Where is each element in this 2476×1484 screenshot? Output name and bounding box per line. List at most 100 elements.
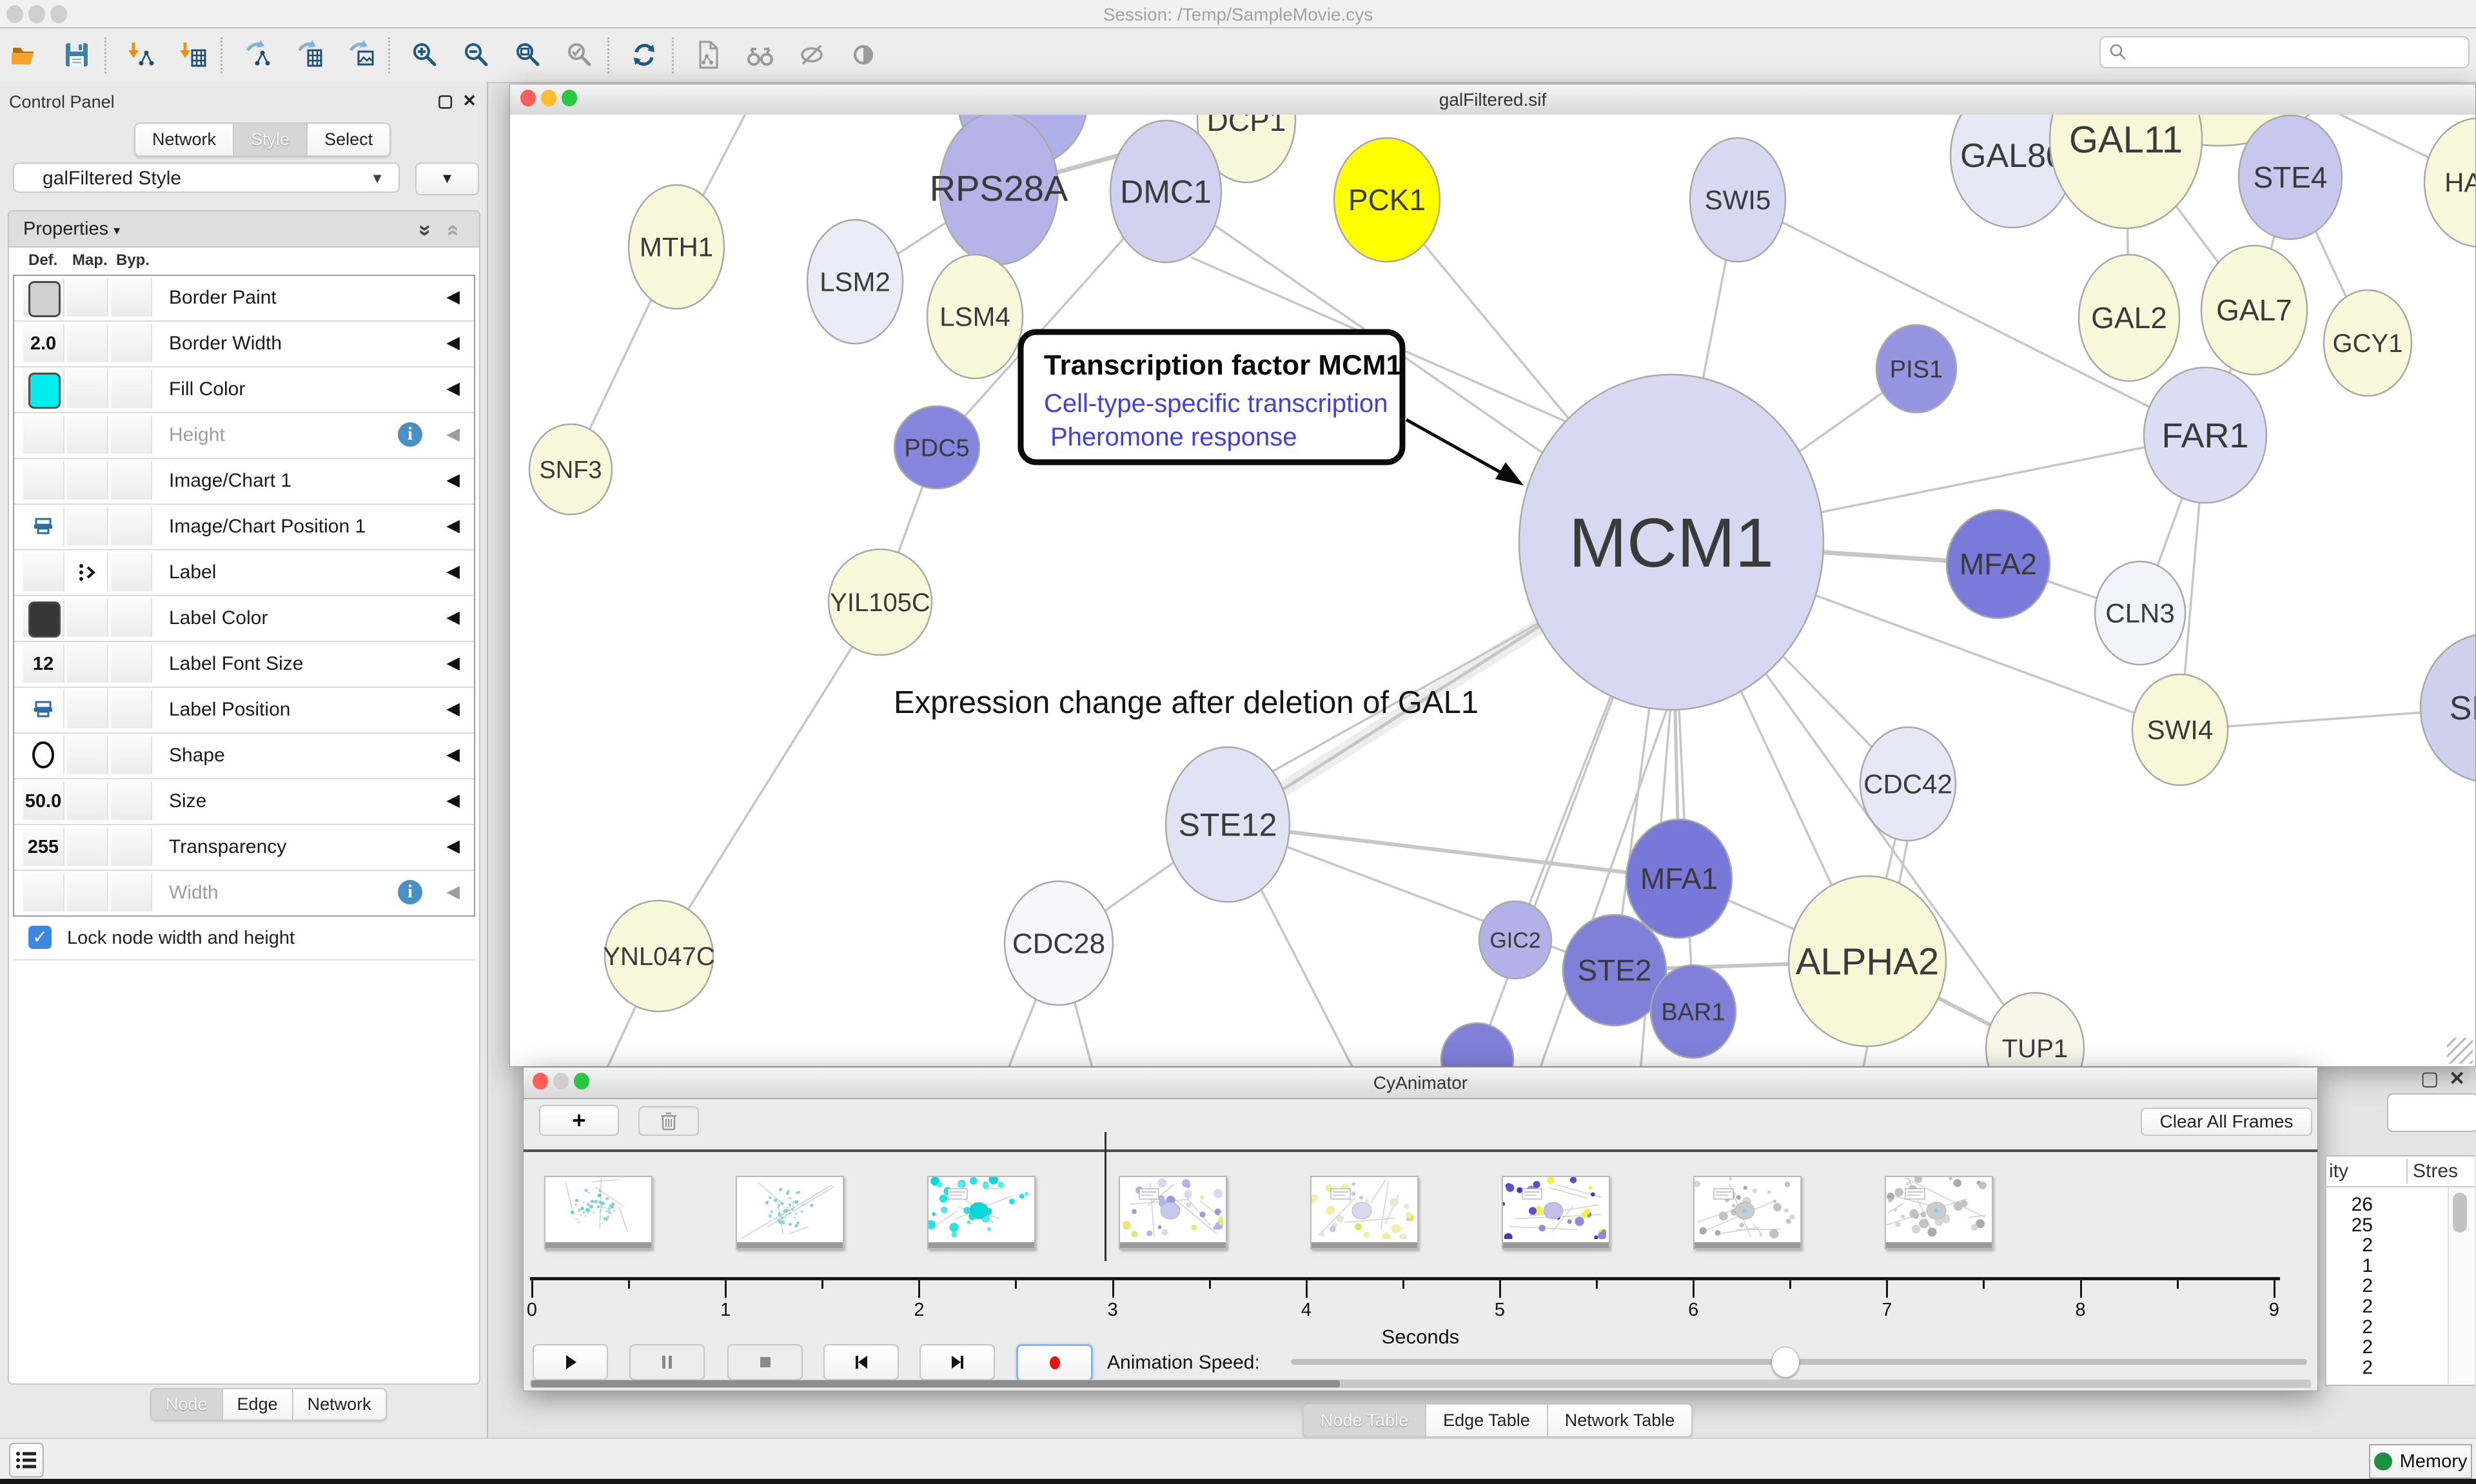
default-value-cell[interactable] — [23, 416, 64, 454]
network-node-gic2[interactable]: GIC2 — [1479, 901, 1551, 979]
tab-edge[interactable]: Edge — [223, 1389, 293, 1420]
expand-row-icon[interactable]: ◀ — [446, 561, 460, 581]
bypass-cell[interactable] — [111, 599, 152, 637]
default-value-cell[interactable] — [23, 553, 64, 591]
network-node-dmc1[interactable]: DMC1 — [1110, 121, 1221, 262]
table-cell[interactable]: 2 — [2325, 1296, 2373, 1318]
default-value-cell[interactable] — [23, 507, 64, 545]
frame-thumbnail-3[interactable] — [927, 1176, 1036, 1249]
default-value-cell[interactable]: 2.0 — [23, 324, 64, 362]
zoom-fit-icon[interactable] — [512, 39, 544, 71]
expand-row-icon[interactable]: ◀ — [446, 607, 460, 627]
default-value-cell[interactable]: 255 — [23, 828, 64, 866]
expand-row-icon[interactable]: ◀ — [446, 516, 460, 536]
export-network-icon[interactable] — [241, 39, 273, 71]
default-value-cell[interactable]: 12 — [23, 645, 64, 683]
network-node-cdc42[interactable]: CDC42 — [1860, 727, 1956, 841]
network-node-cln3[interactable]: CLN3 — [2095, 561, 2185, 665]
network-node-far1[interactable]: FAR1 — [2144, 367, 2266, 503]
tab-network[interactable]: Network — [135, 124, 234, 155]
mapping-cell[interactable] — [67, 599, 108, 637]
network-node-mcm1[interactable]: MCM1 — [1519, 375, 1823, 710]
bypass-cell[interactable] — [111, 874, 152, 912]
memory-button[interactable]: Memory — [2369, 1444, 2472, 1479]
property-row-label[interactable]: Label◀ — [14, 551, 474, 596]
open-session-icon[interactable] — [9, 39, 41, 71]
export-image-icon[interactable] — [344, 39, 377, 71]
expand-row-icon[interactable]: ◀ — [446, 653, 460, 673]
mapping-cell[interactable] — [67, 645, 108, 683]
mapping-cell[interactable] — [67, 736, 108, 774]
default-value-cell[interactable] — [23, 278, 64, 317]
add-frame-button[interactable]: + — [539, 1105, 619, 1136]
property-row-image-chart-1[interactable]: Image/Chart 1◀ — [14, 459, 474, 505]
mapping-cell[interactable] — [67, 324, 108, 362]
bypass-cell[interactable] — [111, 782, 152, 820]
float-table-panel-icon[interactable]: ▢ — [2421, 1068, 2439, 1090]
expand-row-icon[interactable]: ◀ — [446, 333, 460, 353]
frame-thumbnail-5[interactable] — [1310, 1176, 1419, 1249]
frame-thumbnail-4[interactable] — [1119, 1176, 1227, 1249]
default-value-cell[interactable] — [23, 370, 64, 408]
style-options-button[interactable]: ▼ — [415, 162, 479, 195]
expand-row-icon[interactable]: ◀ — [446, 424, 460, 444]
resize-grip[interactable] — [2447, 1038, 2473, 1064]
network-node-swi5[interactable]: SWI5 — [1690, 138, 1785, 262]
zoom-in-icon[interactable] — [409, 39, 441, 71]
zoom-out-icon[interactable] — [460, 39, 493, 71]
default-value-cell[interactable]: 50.0 — [23, 782, 64, 820]
expand-row-icon[interactable]: ◀ — [446, 882, 460, 902]
frame-thumbnail-2[interactable] — [736, 1176, 844, 1249]
network-node-cdc28[interactable]: CDC28 — [1005, 881, 1113, 1005]
table-cell[interactable]: 2 — [2325, 1336, 2373, 1358]
column-header-stress[interactable]: Stres — [2413, 1160, 2458, 1182]
bypass-cell[interactable] — [111, 736, 152, 774]
search-input[interactable] — [2099, 36, 2470, 68]
mapping-cell[interactable] — [67, 553, 108, 591]
property-row-label-font-size[interactable]: 12Label Font Size◀ — [14, 642, 474, 688]
frame-thumbnail-8[interactable] — [1885, 1176, 1993, 1249]
scrollbar-thumb[interactable] — [2453, 1193, 2467, 1233]
bypass-cell[interactable] — [111, 278, 152, 317]
table-cell[interactable]: 2 — [2325, 1275, 2373, 1297]
column-divider[interactable] — [2406, 1159, 2408, 1184]
mapping-cell[interactable] — [67, 690, 108, 728]
timeline-scrollbar[interactable] — [530, 1380, 2311, 1388]
bypass-cell[interactable] — [111, 553, 152, 591]
style-select[interactable]: galFiltered Style▼ — [13, 162, 400, 193]
mapping-cell[interactable] — [67, 278, 108, 317]
lock-checkbox[interactable]: ✓ — [28, 926, 52, 949]
network-node-alpha2[interactable]: ALPHA2 — [1789, 876, 1946, 1046]
mapping-cell[interactable] — [67, 416, 108, 454]
network-node-ste4[interactable]: STE4 — [2239, 115, 2342, 239]
network-node-mfa2[interactable]: MFA2 — [1947, 510, 2050, 618]
network-node-mfa1[interactable]: MFA1 — [1626, 819, 1732, 938]
bypass-cell[interactable] — [111, 645, 152, 683]
network-node-gal7[interactable]: GAL7 — [2201, 246, 2307, 375]
table-cell[interactable]: 25 — [2325, 1215, 2373, 1236]
frame-thumbnail-7[interactable] — [1693, 1176, 1802, 1249]
skip-end-button[interactable] — [919, 1344, 995, 1380]
bypass-cell[interactable] — [111, 462, 152, 500]
network-window-titlebar[interactable]: galFiltered.sif — [510, 84, 2475, 116]
expand-row-icon[interactable]: ◀ — [446, 378, 460, 398]
mapping-cell[interactable] — [67, 782, 108, 820]
network-node-lsm2[interactable]: LSM2 — [807, 220, 903, 344]
property-row-border-width[interactable]: 2.0Border Width◀ — [14, 322, 474, 367]
tab-network[interactable]: Network — [293, 1389, 386, 1420]
network-node-lsm4[interactable]: LSM4 — [927, 255, 1023, 378]
expand-row-icon[interactable]: ◀ — [446, 836, 460, 856]
tab-style[interactable]: Style — [234, 124, 308, 155]
network-node-yil105c[interactable]: YIL105C — [829, 549, 932, 655]
mapping-cell[interactable] — [67, 874, 108, 912]
record-button[interactable] — [1016, 1344, 1093, 1381]
mapping-cell[interactable] — [67, 462, 108, 500]
table-cell[interactable]: 1 — [2325, 1255, 2373, 1277]
property-row-border-paint[interactable]: Border Paint◀ — [14, 276, 474, 322]
import-network-icon[interactable] — [125, 39, 157, 71]
default-value-cell[interactable] — [23, 736, 64, 774]
bypass-cell[interactable] — [111, 416, 152, 454]
property-row-width[interactable]: Widthi◀ — [14, 871, 474, 915]
network-node-ynl047c[interactable]: YNL047C — [603, 901, 714, 1011]
pause-button[interactable] — [629, 1344, 705, 1380]
